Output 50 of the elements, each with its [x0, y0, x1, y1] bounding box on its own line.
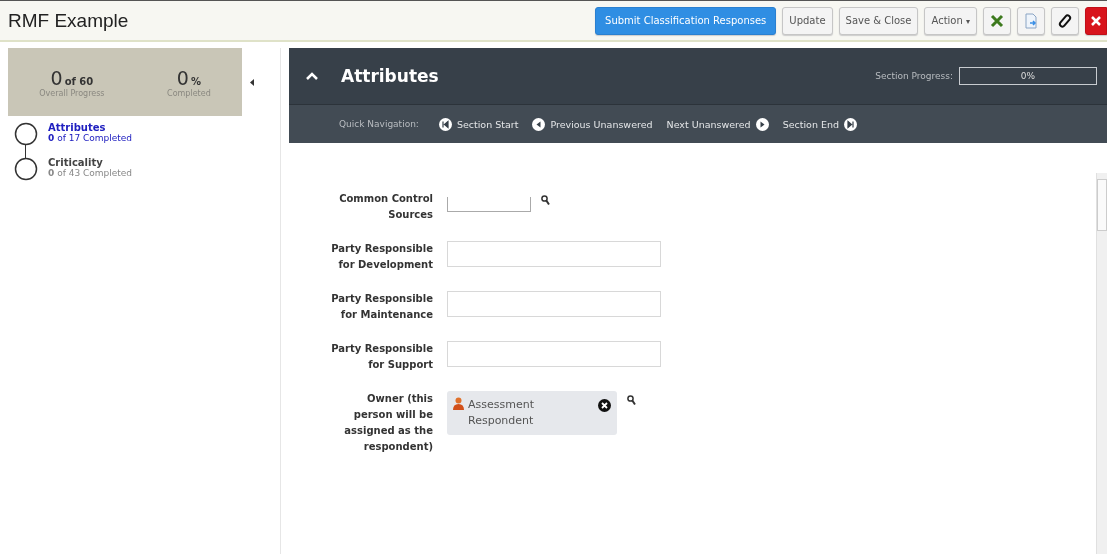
skip-end-icon	[844, 117, 858, 131]
close-button[interactable]	[1085, 6, 1107, 35]
next-icon	[755, 117, 769, 131]
text-field[interactable]	[447, 241, 661, 267]
section-progress-bar: 0%	[959, 67, 1097, 85]
text-field[interactable]	[447, 341, 661, 367]
section-title: Attributes	[341, 66, 440, 86]
spreadsheet-icon	[990, 13, 1004, 28]
navigation-link[interactable]: Section Start	[438, 117, 519, 131]
field-label: Party Responsible for Support	[330, 342, 433, 372]
search-icon[interactable]	[541, 195, 550, 206]
close-icon	[1091, 15, 1101, 26]
section-status: 0 of 17 Completed	[48, 133, 133, 143]
section-progress-label: Section Progress:	[875, 71, 953, 81]
spreadsheet-export-button[interactable]	[983, 6, 1011, 35]
toolbar-button[interactable]: Update	[782, 6, 833, 35]
navigation-link[interactable]: Next Unanswered	[666, 117, 769, 131]
section-name: Criticality	[48, 157, 103, 168]
skip-start-icon	[438, 117, 452, 131]
completed-label: Completed	[167, 88, 211, 98]
text-field[interactable]	[447, 291, 661, 317]
remove-icon[interactable]	[598, 399, 611, 412]
document-export-icon	[1024, 12, 1038, 29]
chevron-icon	[305, 71, 319, 81]
section-status: 0 of 43 Completed	[48, 168, 133, 178]
navigation-link[interactable]: Section End	[782, 117, 858, 131]
paperclip-icon	[1058, 13, 1072, 28]
toolbar-button[interactable]: Save & Close	[838, 6, 919, 35]
window-title: RMF Example	[8, 9, 129, 32]
collapse-arrow-icon	[250, 78, 254, 86]
scrollbar[interactable]	[1096, 173, 1107, 554]
field-label: Common Control Sources	[338, 192, 433, 222]
navigation-link[interactable]: Previous Unanswered	[532, 117, 653, 131]
action-menu-button[interactable]: Action ▾	[924, 6, 977, 35]
collapse-section-button[interactable]	[305, 71, 319, 81]
field-label: Party Responsible for Maintenance	[330, 292, 433, 322]
field-label: Party Responsible for Development	[330, 242, 433, 272]
lookup-field[interactable]	[447, 197, 531, 212]
overall-progress-value: 0 of 60	[50, 66, 94, 89]
quick-navigation-label: Quick Navigation:	[339, 119, 419, 129]
search-icon[interactable]	[627, 395, 636, 406]
completed-percent-value: 0%	[176, 66, 201, 89]
section-name: Attributes	[48, 122, 107, 133]
section-item[interactable]: Criticality 0 of 43 Completed	[14, 157, 280, 181]
attachment-button[interactable]	[1051, 6, 1079, 35]
field-label: Owner (this person will be assigned as the respondent)	[343, 392, 433, 454]
section-item[interactable]: Attributes 0 of 17 Completed	[14, 122, 280, 146]
user-name: Assessment Respondent	[468, 397, 535, 429]
person-icon	[453, 397, 464, 410]
previous-icon	[532, 117, 546, 131]
